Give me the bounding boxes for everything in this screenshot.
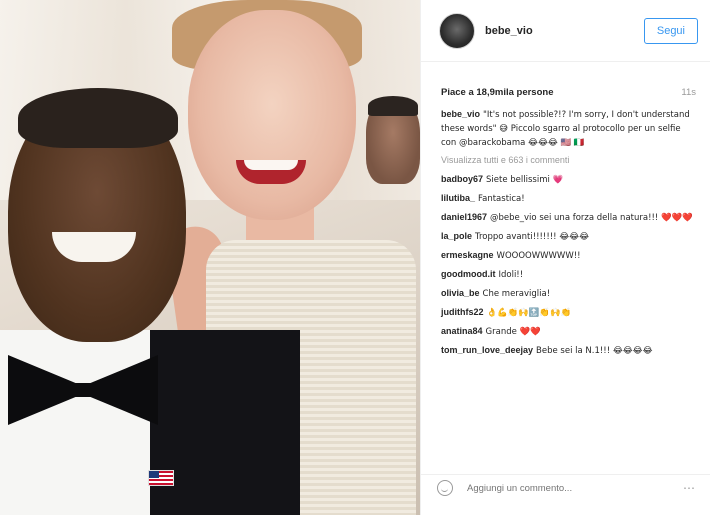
comment-text: Troppo avanti!!!!!!! 😂😂😂 <box>475 232 590 242</box>
emoji-icon[interactable] <box>437 480 453 496</box>
comment-author[interactable]: judithfs22 <box>441 307 484 317</box>
comment-text: @bebe_vio sei una forza della natura!!! … <box>490 213 693 223</box>
comment-author[interactable]: tom_run_love_deejay <box>441 345 533 355</box>
comment-item: ermeskagne WOOOOWWWWW!! <box>441 249 696 263</box>
more-options-icon[interactable]: ⋯ <box>683 481 696 495</box>
comment-text: WOOOOWWWWW!! <box>496 251 581 261</box>
comment-author[interactable]: la_pole <box>441 231 472 241</box>
avatar[interactable] <box>439 12 475 49</box>
comments-list: bebe_vio "It's not possible?!? I'm sorry,… <box>421 108 710 358</box>
comment-text: Siete bellissimi 💗 <box>486 175 564 185</box>
comment-text: 👌💪👏🙌🔝👏🙌👏 <box>486 308 572 318</box>
comment-author[interactable]: daniel1967 <box>441 212 487 222</box>
comment-author[interactable]: ermeskagne <box>441 250 494 260</box>
post-photo[interactable] <box>0 0 420 515</box>
caption: bebe_vio "It's not possible?!? I'm sorry,… <box>441 108 696 150</box>
comment-input[interactable] <box>465 481 683 495</box>
comment-author[interactable]: olivia_be <box>441 288 480 298</box>
comment-item: goodmood.it Idoli!! <box>441 268 696 282</box>
comment-text: Idoli!! <box>498 270 524 280</box>
comment-item: anatina84 Grande ❤️❤️ <box>441 325 696 339</box>
man-shirt <box>0 330 150 515</box>
post-age[interactable]: 11s <box>681 87 696 98</box>
comment-item: la_pole Troppo avanti!!!!!!! 😂😂😂 <box>441 230 696 244</box>
comment-item: olivia_be Che meraviglia! <box>441 287 696 301</box>
post-header: bebe_vio Segui <box>421 0 710 62</box>
likes-count[interactable]: Piace a 18,9mila persone <box>441 87 553 98</box>
caption-author[interactable]: bebe_vio <box>441 109 480 119</box>
background-person <box>366 96 420 184</box>
comment-item: tom_run_love_deejay Bebe sei la N.1!!! 😂😂… <box>441 344 696 358</box>
follow-button[interactable]: Segui <box>643 17 698 44</box>
comment-item: daniel1967 @bebe_vio sei una forza della … <box>441 211 696 225</box>
post-side-panel: bebe_vio Segui Piace a 18,9mila persone … <box>420 0 710 515</box>
man-hair <box>18 88 178 148</box>
likes-row: Piace a 18,9mila persone 11s <box>421 76 710 108</box>
comment-author[interactable]: goodmood.it <box>441 269 495 279</box>
comment-author[interactable]: anatina84 <box>441 326 483 336</box>
flag-pin-icon <box>148 470 174 486</box>
comment-text: Fantastica! <box>478 194 525 204</box>
comment-author[interactable]: lilutiba_ <box>441 193 475 203</box>
comment-item: badboy67 Siete bellissimi 💗 <box>441 173 696 187</box>
comment-item: judithfs22 👌💪👏🙌🔝👏🙌👏 <box>441 306 696 320</box>
comment-text: Grande ❤️❤️ <box>485 327 541 337</box>
view-all-comments-link[interactable]: Visualizza tutti e 663 i commenti <box>441 154 696 167</box>
comment-author[interactable]: badboy67 <box>441 174 483 184</box>
comment-item: lilutiba_ Fantastica! <box>441 192 696 206</box>
add-comment-bar: ⋯ <box>421 474 710 501</box>
comment-text: Bebe sei la N.1!!! 😂😂😂😂 <box>536 346 653 356</box>
header-username[interactable]: bebe_vio <box>485 25 644 37</box>
girl-face <box>188 10 356 220</box>
instagram-post: bebe_vio Segui Piace a 18,9mila persone … <box>0 0 710 515</box>
comment-text: Che meraviglia! <box>482 289 551 299</box>
